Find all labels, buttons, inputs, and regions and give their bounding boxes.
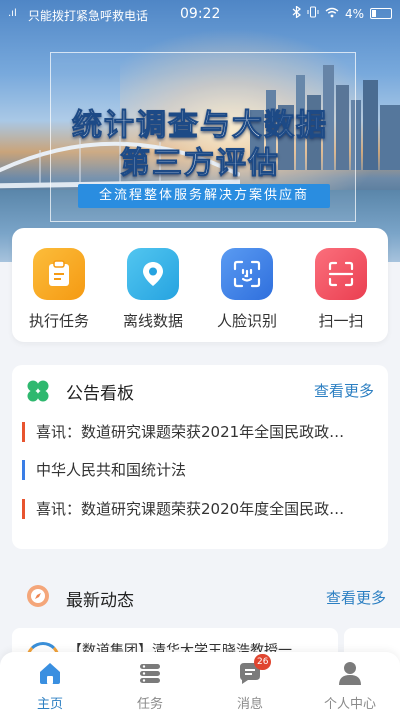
location-pin-icon [127, 248, 179, 300]
status-time: 09:22 [180, 6, 221, 22]
notice-board-more-link[interactable]: 查看更多 [314, 380, 374, 401]
notice-item[interactable]: 中华人民共和国统计法 [22, 459, 380, 481]
quick-action-face-recognition[interactable]: 人脸识别 [207, 248, 287, 342]
message-badge: 26 [254, 654, 272, 670]
clipboard-icon [33, 248, 85, 300]
quick-action-label: 执行任务 [28, 312, 89, 330]
tab-label: 主页 [36, 697, 63, 711]
notice-item-marker [22, 499, 25, 519]
notice-board-header: 公告看板 查看更多 [12, 365, 388, 417]
battery-percent: 4% [344, 6, 364, 21]
quick-action-execute-task[interactable]: 执行任务 [19, 248, 99, 342]
tab-label: 消息 [236, 697, 263, 711]
quick-action-label: 离线数据 [122, 312, 183, 330]
bluetooth-icon [292, 5, 301, 21]
user-icon [339, 662, 361, 685]
banner[interactable]: 统计调查与大数据 第三方评估 全流程整体服务解决方案供应商 [0, 0, 400, 262]
notice-item-text: 喜讯：数道研究课题荣获2020年度全国民政… [36, 500, 345, 518]
notice-item[interactable]: 喜讯：数道研究课题荣获2021年全国民政政… [22, 421, 380, 443]
face-scan-icon [221, 248, 273, 300]
tab-home[interactable]: 主页 [0, 652, 100, 711]
tab-tasks[interactable]: 任务 [100, 652, 200, 711]
latest-news-header: 最新动态 查看更多 [12, 572, 388, 622]
notice-item-text: 中华人民共和国统计法 [36, 461, 187, 479]
quick-actions-card: 执行任务 离线数据 人脸识别 扫一扫 [12, 228, 388, 342]
latest-news-title: 最新动态 [66, 591, 134, 611]
latest-news-more-link[interactable]: 查看更多 [326, 587, 386, 608]
tab-label: 任务 [136, 697, 163, 711]
carrier-text: 只能拨打紧急呼救电话 [28, 9, 149, 23]
wifi-icon [325, 7, 339, 21]
battery-icon [370, 8, 392, 19]
home-icon [40, 663, 60, 684]
signal-icon: .ıl [8, 8, 17, 19]
quick-action-label: 扫一扫 [318, 312, 364, 330]
quick-action-scan[interactable]: 扫一扫 [301, 248, 381, 342]
quick-action-label: 人脸识别 [216, 312, 277, 330]
tab-messages[interactable]: 26 消息 [200, 652, 300, 711]
notice-item-marker [22, 460, 25, 480]
notice-board-title: 公告看板 [66, 384, 134, 404]
notice-item[interactable]: 喜讯：数道研究课题荣获2020年度全国民政… [22, 498, 380, 520]
notice-item-text: 喜讯：数道研究课题荣获2021年全国民政政… [36, 423, 345, 441]
vibrate-icon [307, 6, 319, 21]
tasks-icon [140, 664, 160, 683]
status-bar: .ıl 只能拨打紧急呼救电话 09:22 4% [0, 0, 400, 30]
notice-board-card: 公告看板 查看更多 喜讯：数道研究课题荣获2021年全国民政政… 中华人民共和国… [12, 365, 388, 549]
clover-icon [26, 379, 50, 407]
notice-item-marker [22, 422, 25, 442]
status-right: 4% [292, 5, 392, 21]
scan-icon [315, 248, 367, 300]
quick-action-offline-data[interactable]: 离线数据 [113, 248, 193, 342]
banner-title-line2: 第三方评估 [120, 146, 280, 182]
compass-icon [26, 584, 50, 612]
bottom-tab-bar: 主页 任务 26 消息 个人中心 [0, 652, 400, 711]
tab-label: 个人中心 [323, 697, 376, 711]
tab-profile[interactable]: 个人中心 [300, 652, 400, 711]
banner-tagline: 全流程整体服务解决方案供应商 [78, 184, 330, 208]
